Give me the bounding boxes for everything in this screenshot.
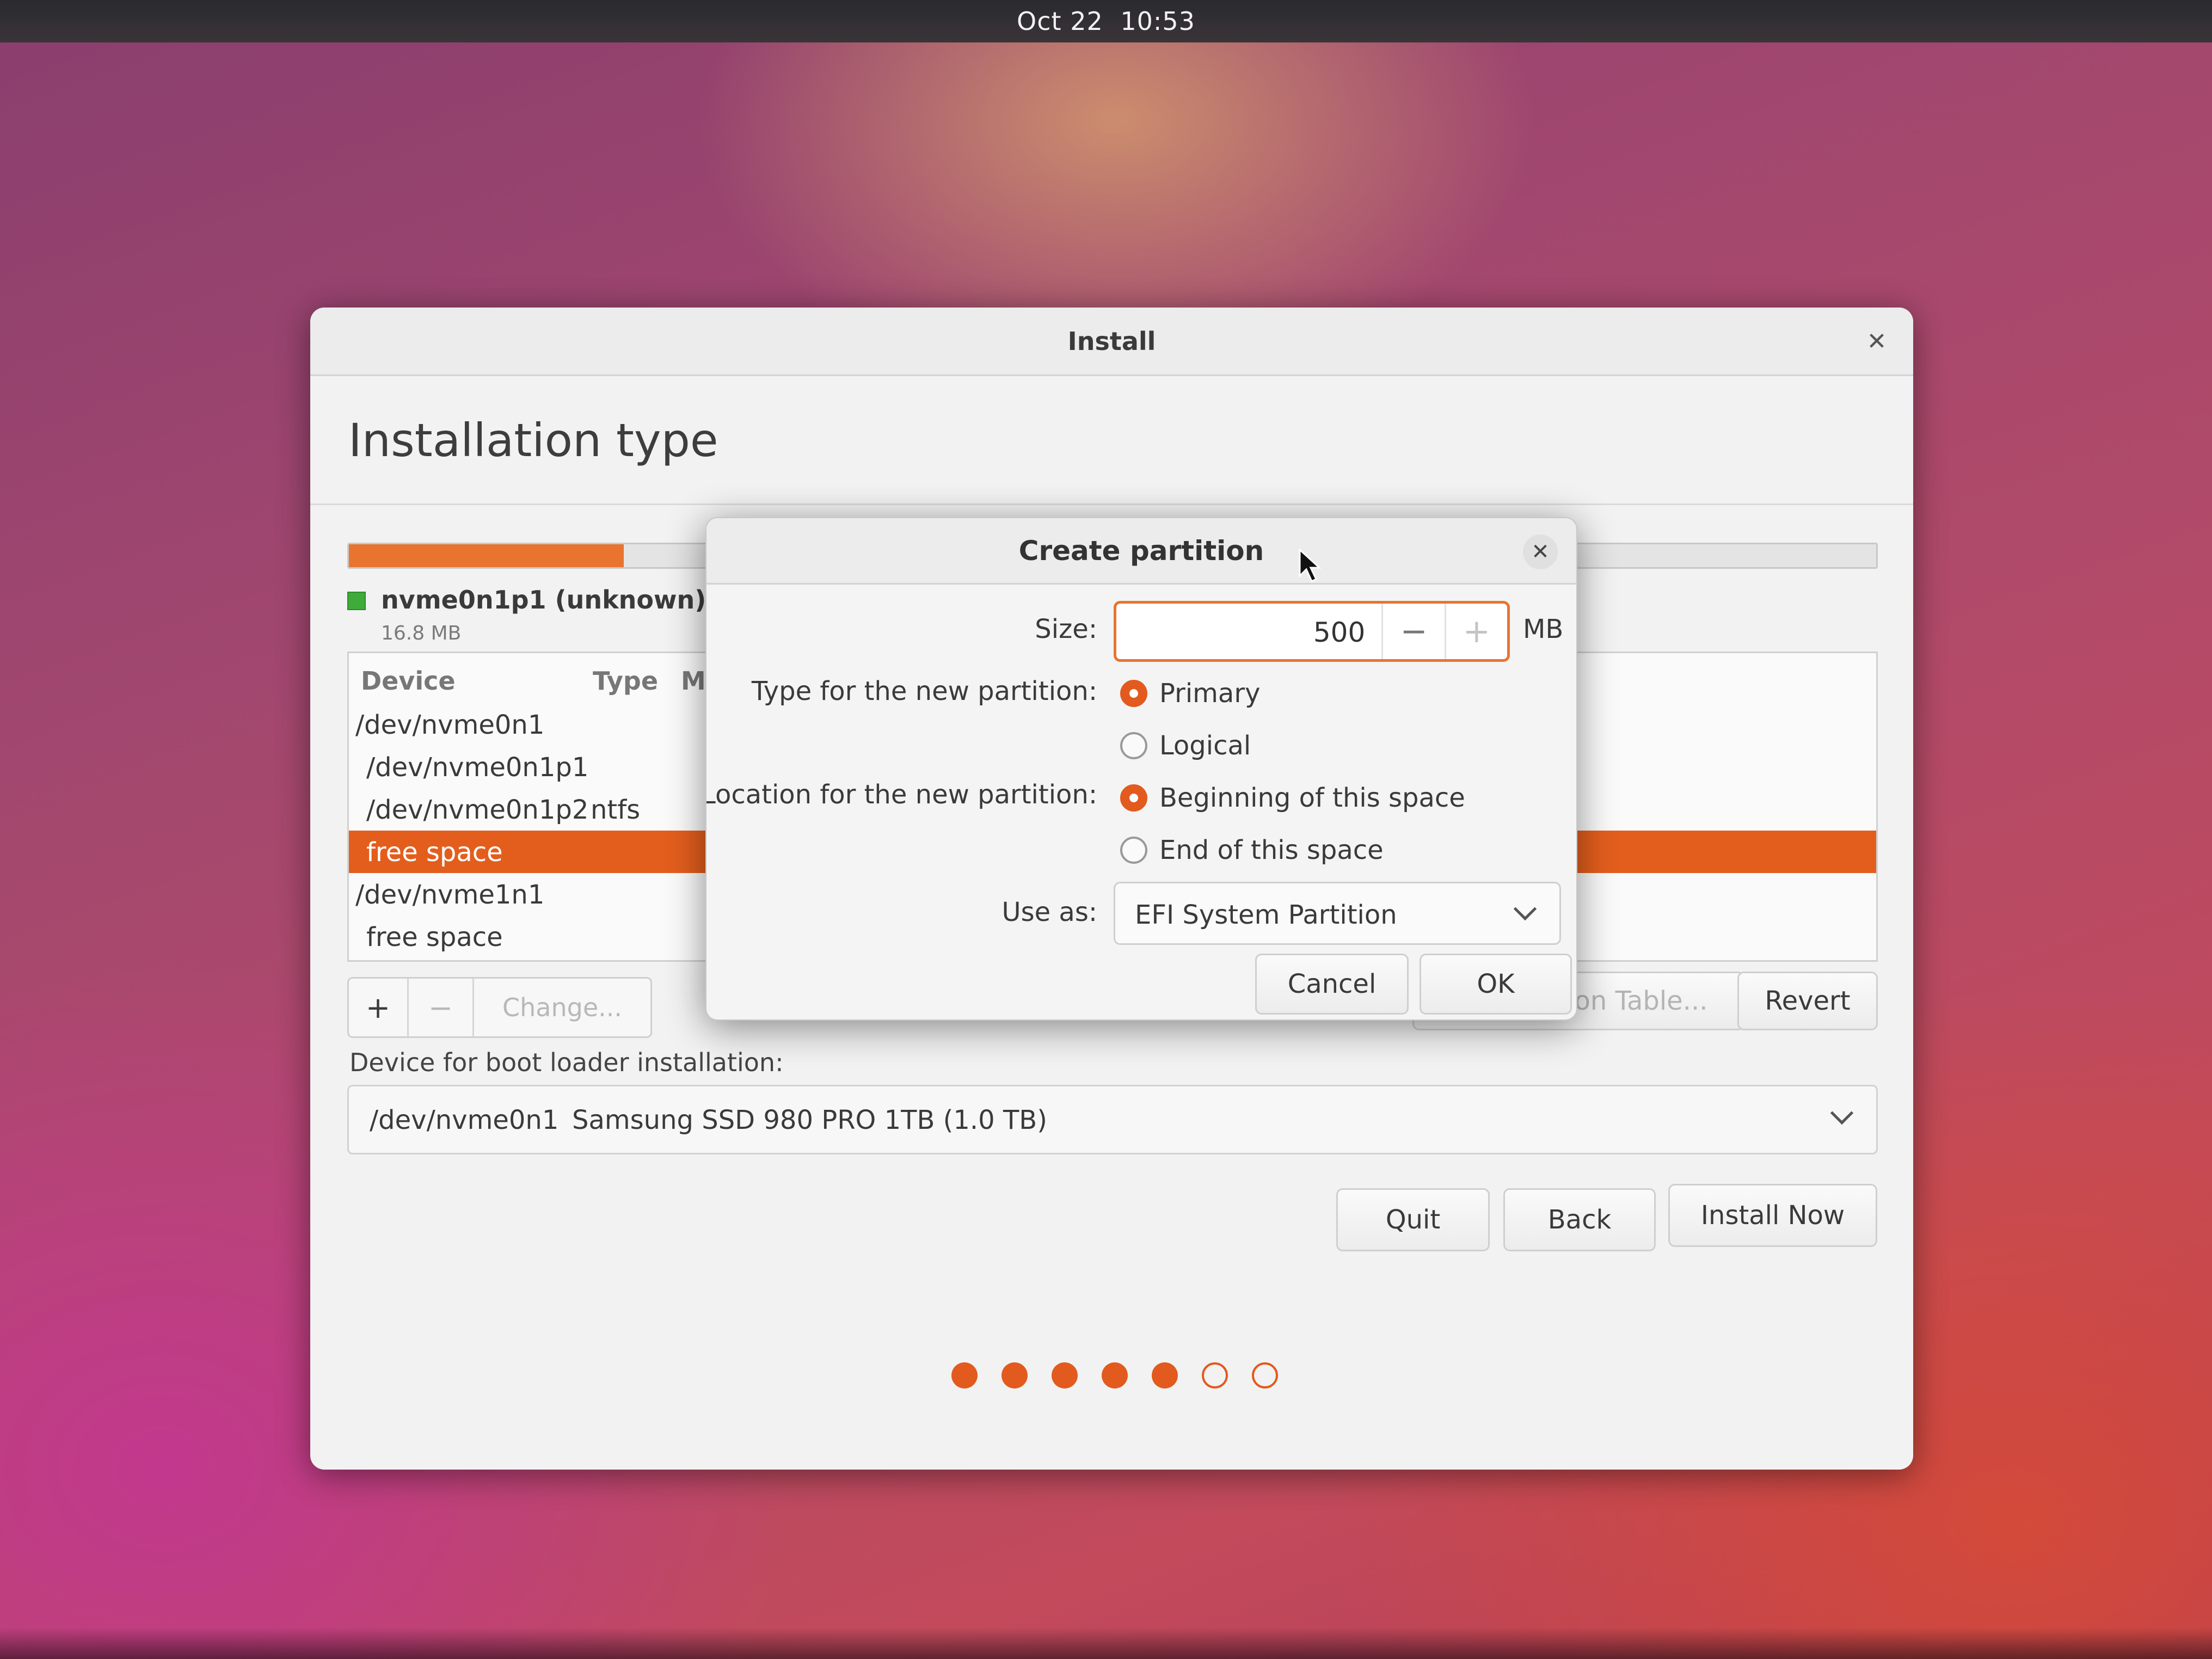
- radio-logical-label: Logical: [1159, 730, 1251, 761]
- radio-button-unchecked[interactable]: [1120, 732, 1147, 759]
- page-title: Installation type: [348, 414, 718, 467]
- step-dot-complete: [1052, 1362, 1078, 1388]
- step-dot-pending: [1252, 1362, 1278, 1388]
- radio-end[interactable]: End of this space: [1120, 834, 1384, 867]
- radio-button-unchecked[interactable]: [1120, 837, 1147, 864]
- column-device[interactable]: Device: [361, 666, 456, 696]
- dialog-title: Create partition: [1018, 534, 1264, 567]
- close-icon[interactable]: ✕: [1523, 534, 1558, 569]
- boot-loader-label: Device for boot loader installation:: [349, 1048, 784, 1077]
- device-name: free space: [366, 922, 503, 953]
- increment-button[interactable]: +: [1444, 604, 1507, 659]
- clock[interactable]: Oct 22 10:53: [1012, 7, 1200, 36]
- step-dot-complete: [951, 1362, 978, 1388]
- partition-legend-name: nvme0n1p1 (unknown): [381, 585, 706, 615]
- monitor-bezel: [0, 1627, 2212, 1659]
- clock-time: 10:53: [1120, 7, 1195, 36]
- partition-color-swatch: [347, 592, 366, 610]
- radio-button-checked[interactable]: [1120, 784, 1147, 812]
- device-name: /dev/nvme0n1p2: [366, 795, 589, 825]
- size-spinbutton[interactable]: 500 − +: [1114, 601, 1510, 662]
- radio-primary-label: Primary: [1159, 678, 1261, 709]
- mouse-cursor-icon: [1299, 549, 1322, 583]
- add-partition-button[interactable]: +: [349, 979, 409, 1036]
- size-label: Size:: [1035, 614, 1097, 644]
- use-as-value: EFI System Partition: [1135, 900, 1397, 930]
- device-name: /dev/nvme0n1: [355, 710, 545, 740]
- decrement-button[interactable]: −: [1381, 604, 1444, 659]
- step-progress-indicator: [951, 1362, 1278, 1388]
- device-name: free space: [366, 837, 503, 868]
- partition-toolbar: + − Change...: [347, 977, 652, 1038]
- radio-button-checked[interactable]: [1120, 680, 1147, 707]
- ok-button[interactable]: OK: [1420, 954, 1572, 1015]
- quit-button[interactable]: Quit: [1336, 1188, 1490, 1251]
- divider: [310, 503, 1913, 505]
- top-bar: Oct 22 10:53: [0, 0, 2212, 42]
- window-title: Install: [1067, 326, 1156, 356]
- location-label: Location for the new partition:: [705, 779, 1097, 810]
- step-dot-complete: [1102, 1362, 1128, 1388]
- close-icon[interactable]: ✕: [1864, 329, 1889, 354]
- step-dot-complete: [1001, 1362, 1028, 1388]
- device-name: /dev/nvme1n1: [355, 880, 545, 910]
- radio-logical[interactable]: Logical: [1120, 729, 1251, 762]
- boot-loader-device: /dev/nvme0n1: [370, 1105, 559, 1135]
- cancel-button[interactable]: Cancel: [1255, 954, 1409, 1015]
- back-button[interactable]: Back: [1503, 1188, 1656, 1251]
- radio-end-label: End of this space: [1159, 835, 1384, 865]
- size-unit: MB: [1523, 614, 1564, 644]
- column-type[interactable]: Type: [593, 666, 658, 696]
- remove-partition-button[interactable]: −: [409, 979, 474, 1036]
- use-as-label: Use as:: [1001, 897, 1097, 927]
- window-titlebar: Install ✕: [310, 308, 1913, 376]
- disk-usage-fill: [349, 544, 624, 567]
- chevron-down-icon: [1513, 897, 1537, 921]
- radio-beginning[interactable]: Beginning of this space: [1120, 782, 1465, 814]
- dialog-titlebar: Create partition ✕: [706, 518, 1576, 585]
- column-mount[interactable]: M: [681, 666, 706, 696]
- radio-primary[interactable]: Primary: [1120, 677, 1260, 710]
- device-name: /dev/nvme0n1p1: [366, 752, 589, 783]
- change-partition-button[interactable]: Change...: [474, 979, 650, 1036]
- use-as-select[interactable]: EFI System Partition: [1114, 882, 1561, 945]
- device-type: ntfs: [591, 795, 641, 825]
- new-partition-table-label: on Table...: [1574, 986, 1708, 1016]
- step-dot-pending: [1202, 1362, 1228, 1388]
- chevron-down-icon: [1830, 1101, 1854, 1125]
- revert-button[interactable]: Revert: [1737, 972, 1878, 1030]
- partition-legend-size: 16.8 MB: [381, 622, 462, 644]
- install-now-button[interactable]: Install Now: [1668, 1184, 1877, 1247]
- step-dot-complete: [1152, 1362, 1178, 1388]
- radio-beginning-label: Beginning of this space: [1159, 783, 1465, 813]
- boot-loader-select[interactable]: /dev/nvme0n1 Samsung SSD 980 PRO 1TB (1.…: [347, 1085, 1878, 1154]
- boot-loader-model: Samsung SSD 980 PRO 1TB (1.0 TB): [572, 1105, 1047, 1135]
- create-partition-dialog: Create partition ✕ Size: 500 − + MB Type…: [705, 517, 1577, 1021]
- size-input[interactable]: 500: [1116, 604, 1381, 659]
- clock-date: Oct 22: [1017, 7, 1103, 36]
- partition-type-label: Type for the new partition:: [751, 676, 1097, 706]
